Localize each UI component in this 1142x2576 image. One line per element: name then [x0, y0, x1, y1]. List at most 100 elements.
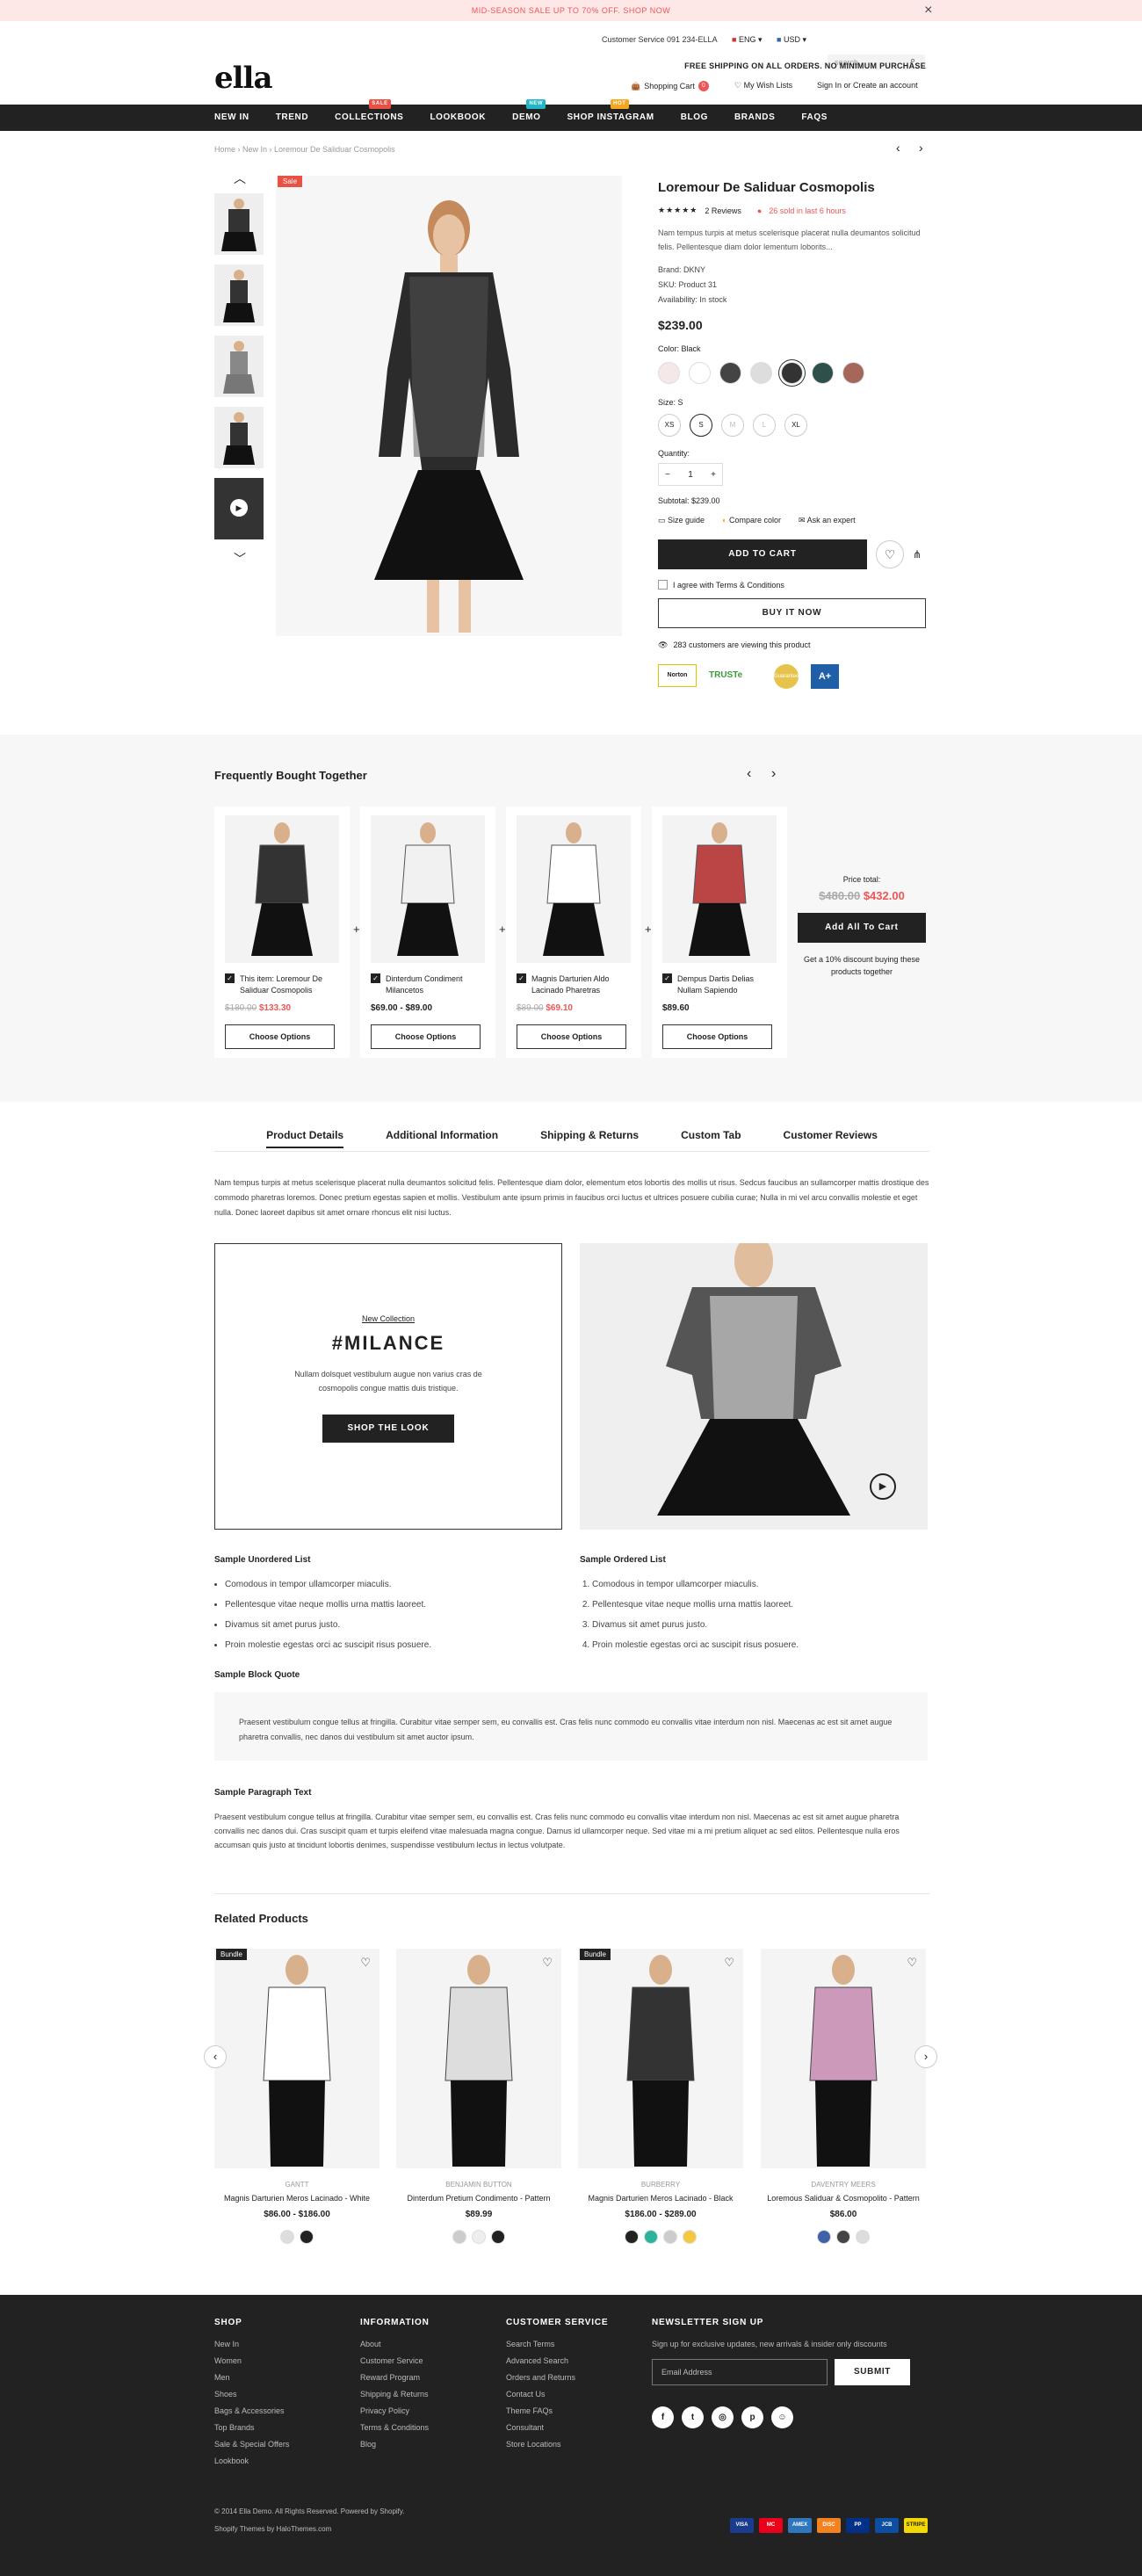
- terms-checkbox[interactable]: [658, 580, 668, 590]
- fbt-item-name[interactable]: Dinterdum Condiment Milancetos: [386, 973, 485, 996]
- prev-product-icon[interactable]: ‹: [896, 141, 900, 155]
- footer-link[interactable]: About: [360, 2340, 430, 2348]
- size-m[interactable]: M: [721, 414, 744, 437]
- wishlist-link[interactable]: ♡ My Wish Lists: [734, 81, 792, 90]
- footer-link[interactable]: Blog: [360, 2440, 430, 2449]
- related-product-card[interactable]: ♡ BENJAMIN BUTTON Dinterdum Pretium Cond…: [396, 1949, 561, 2247]
- size-guide-link[interactable]: ▭ Size guide: [658, 516, 705, 525]
- footer-link[interactable]: Shipping & Returns: [360, 2390, 430, 2399]
- footer-link[interactable]: Search Terms: [506, 2340, 608, 2348]
- size-s[interactable]: S: [690, 414, 712, 437]
- footer-link[interactable]: Bags & Accessories: [214, 2406, 289, 2415]
- tab-product-details[interactable]: Product Details: [266, 1129, 344, 1148]
- fbt-checkbox[interactable]: ✓: [371, 973, 380, 983]
- instagram-icon[interactable]: ◎: [712, 2406, 734, 2428]
- nav-item-5[interactable]: SHOP INSTAGRAM HOT: [567, 99, 654, 131]
- fbt-prev-icon[interactable]: ‹: [747, 766, 751, 782]
- nav-item-6[interactable]: BLOG: [681, 105, 708, 131]
- choose-options-button[interactable]: Choose Options: [225, 1024, 335, 1049]
- footer-link[interactable]: Sale & Special Offers: [214, 2440, 289, 2449]
- nav-item-1[interactable]: TREND: [276, 105, 308, 131]
- theme-credit[interactable]: Shopify Themes by HaloThemes.com: [214, 2525, 331, 2533]
- footer-link[interactable]: Consultant: [506, 2423, 608, 2432]
- tab-additional-info[interactable]: Additional Information: [386, 1129, 498, 1141]
- related-product-card[interactable]: Bundle ♡ BURBERRY Magnis Darturien Meros…: [578, 1949, 743, 2247]
- size-xl[interactable]: XL: [784, 414, 807, 437]
- fbt-item-name[interactable]: This item: Loremour De Saliduar Cosmopol…: [240, 973, 339, 996]
- nav-item-8[interactable]: FAQS: [801, 105, 828, 131]
- color-swatch[interactable]: [836, 2230, 850, 2244]
- tab-reviews[interactable]: Customer Reviews: [784, 1129, 878, 1141]
- play-icon[interactable]: ▶: [870, 1473, 896, 1500]
- account-link[interactable]: Sign In or Create an account: [817, 81, 918, 90]
- close-icon[interactable]: ×: [924, 0, 933, 21]
- thumb-up-icon[interactable]: ︿: [234, 170, 246, 187]
- choose-options-button[interactable]: Choose Options: [662, 1024, 772, 1049]
- fbt-product-image[interactable]: [225, 815, 339, 963]
- footer-link[interactable]: Store Locations: [506, 2440, 608, 2449]
- related-next-icon[interactable]: ›: [914, 2045, 937, 2068]
- share-icon[interactable]: ⋔: [913, 548, 922, 561]
- cart-link[interactable]: 👜 Shopping Cart 0: [631, 81, 709, 91]
- choose-options-button[interactable]: Choose Options: [371, 1024, 481, 1049]
- email-input[interactable]: Email Address: [652, 2359, 828, 2385]
- color-swatch[interactable]: [280, 2230, 294, 2244]
- fbt-checkbox[interactable]: ✓: [225, 973, 235, 983]
- wishlist-heart-icon[interactable]: ♡: [724, 1956, 734, 1970]
- thumbnail-video[interactable]: ▶: [214, 478, 264, 539]
- swatch-black[interactable]: [781, 362, 803, 384]
- color-swatch[interactable]: [683, 2230, 697, 2244]
- nav-item-2[interactable]: COLLECTIONS SALE: [335, 99, 403, 131]
- swatch-pattern-2[interactable]: [719, 362, 741, 384]
- swatch-white[interactable]: [689, 362, 711, 384]
- color-swatch[interactable]: [663, 2230, 677, 2244]
- thumbnail-3[interactable]: [214, 336, 264, 397]
- quantity-input[interactable]: 1: [688, 470, 693, 480]
- footer-link[interactable]: Terms & Conditions: [360, 2423, 430, 2432]
- ask-expert-link[interactable]: ✉ Ask an expert: [799, 516, 856, 525]
- main-product-image[interactable]: Sale: [276, 176, 622, 636]
- promo-text[interactable]: MID-SEASON SALE UP TO 70% OFF. SHOP NOW: [472, 6, 670, 15]
- related-prev-icon[interactable]: ‹: [204, 2045, 227, 2068]
- fbt-product-image[interactable]: [662, 815, 777, 963]
- fbt-item-name[interactable]: Magnis Darturien Aldo Lacinado Pharetras: [531, 973, 631, 996]
- footer-link[interactable]: Top Brands: [214, 2423, 289, 2432]
- thumbnail-2[interactable]: [214, 264, 264, 326]
- breadcrumb-newin[interactable]: New In: [242, 145, 267, 154]
- fbt-item-name[interactable]: Dempus Dartis Delias Nullam Sapiendo: [677, 973, 777, 996]
- fbt-product-image[interactable]: [517, 815, 631, 963]
- fbt-next-icon[interactable]: ›: [771, 766, 776, 782]
- fbt-product-image[interactable]: [371, 815, 485, 963]
- swatch-pattern-3[interactable]: [750, 362, 772, 384]
- compare-color-link[interactable]: ◐ Compare color: [722, 516, 781, 525]
- fbt-checkbox[interactable]: ✓: [662, 973, 672, 983]
- thumbnail-1[interactable]: [214, 193, 264, 255]
- size-l[interactable]: L: [753, 414, 776, 437]
- pinterest-icon[interactable]: p: [741, 2406, 763, 2428]
- related-product-card[interactable]: ♡ DAVENTRY MEERS Loremous Saliduar & Cos…: [761, 1949, 926, 2247]
- nav-item-7[interactable]: BRANDS: [734, 105, 775, 131]
- related-product-card[interactable]: Bundle ♡ GANTT Magnis Darturien Meros La…: [214, 1949, 379, 2247]
- plus-icon[interactable]: +: [711, 470, 716, 480]
- footer-link[interactable]: Orders and Returns: [506, 2373, 608, 2382]
- buy-now-button[interactable]: BUY IT NOW: [658, 598, 926, 628]
- wishlist-heart-icon[interactable]: ♡: [876, 540, 904, 568]
- wishlist-heart-icon[interactable]: ♡: [907, 1956, 917, 1970]
- nav-item-4[interactable]: DEMO NEW: [512, 99, 546, 131]
- related-name[interactable]: Loremous Saliduar & Cosmopolito - Patter…: [761, 2194, 926, 2203]
- minus-icon[interactable]: −: [665, 470, 670, 480]
- add-to-cart-button[interactable]: ADD TO CART: [658, 539, 867, 569]
- footer-link[interactable]: Lookbook: [214, 2457, 289, 2465]
- color-swatch[interactable]: [625, 2230, 639, 2244]
- swatch-brown[interactable]: [842, 362, 864, 384]
- related-product-image[interactable]: ♡: [396, 1949, 561, 2168]
- footer-link[interactable]: Theme FAQs: [506, 2406, 608, 2415]
- fbt-checkbox[interactable]: ✓: [517, 973, 526, 983]
- footer-link[interactable]: Advanced Search: [506, 2356, 608, 2365]
- promo-bar[interactable]: MID-SEASON SALE UP TO 70% OFF. SHOP NOW ×: [0, 0, 1142, 21]
- milance-video[interactable]: ▶: [580, 1243, 928, 1530]
- wishlist-heart-icon[interactable]: ♡: [542, 1956, 553, 1970]
- choose-options-button[interactable]: Choose Options: [517, 1024, 626, 1049]
- thumb-down-icon[interactable]: ﹀: [234, 550, 246, 568]
- color-swatch[interactable]: [817, 2230, 831, 2244]
